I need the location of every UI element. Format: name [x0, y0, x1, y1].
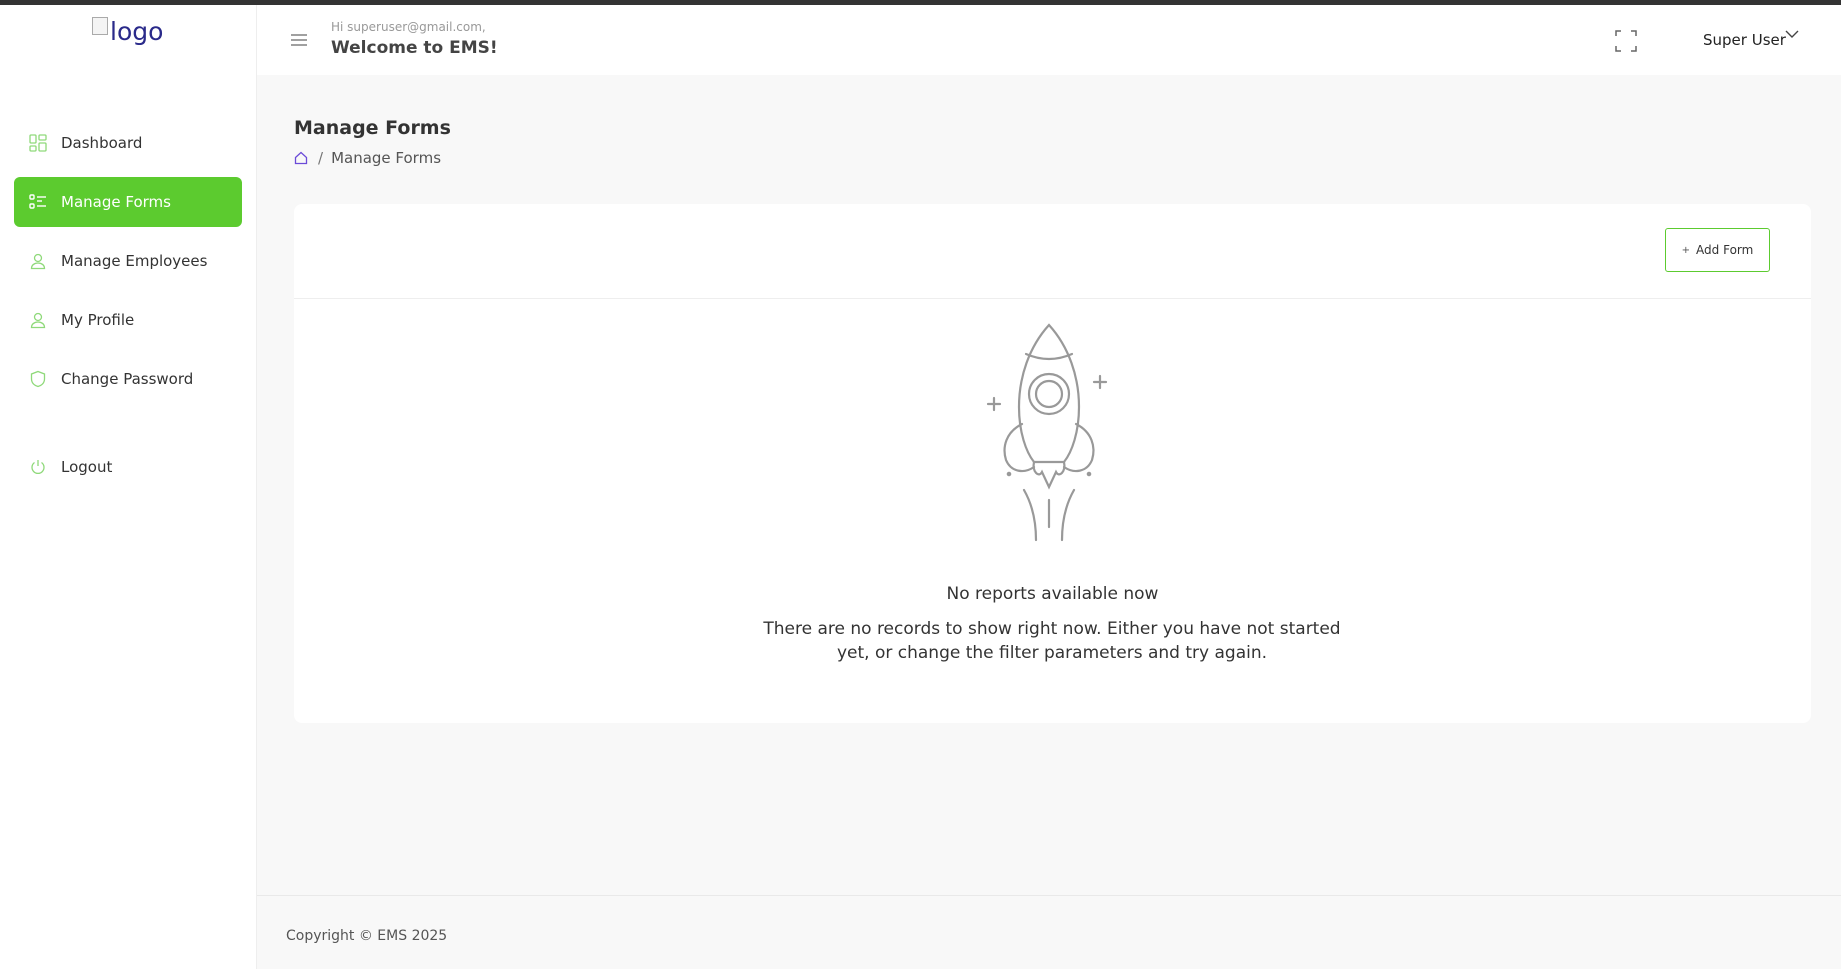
sidebar-item-change-password[interactable]: Change Password	[14, 354, 242, 404]
user-greeting: Hi superuser@gmail.com,	[331, 20, 486, 34]
sidebar-item-my-profile[interactable]: My Profile	[14, 295, 242, 345]
breadcrumb-current: Manage Forms	[331, 149, 442, 167]
dashboard-icon	[29, 134, 47, 152]
sidebar: logo Dashboard Manage Forms Manage Emplo…	[0, 5, 257, 969]
sidebar-item-label: Change Password	[61, 370, 194, 388]
fullscreen-icon[interactable]	[1615, 30, 1637, 52]
logo-alt-text: logo	[110, 17, 164, 46]
home-icon[interactable]	[294, 151, 308, 165]
sidebar-item-label: My Profile	[61, 311, 135, 329]
power-icon	[29, 458, 47, 476]
empty-state-description: There are no records to show right now. …	[763, 619, 1341, 663]
sidebar-item-label: Dashboard	[61, 134, 143, 152]
shield-icon	[29, 370, 47, 388]
page-title: Manage Forms	[294, 117, 451, 139]
footer-copyright: Copyright © EMS 2025	[286, 928, 448, 944]
sidebar-item-dashboard[interactable]: Dashboard	[14, 118, 242, 168]
broken-image-icon	[92, 16, 108, 35]
top-header: Hi superuser@gmail.com, Welcome to EMS! …	[257, 5, 1841, 75]
empty-state-title: No reports available now	[946, 584, 1159, 604]
sidebar-item-manage-forms[interactable]: Manage Forms	[14, 177, 242, 227]
breadcrumb: / Manage Forms	[294, 149, 441, 167]
plus-icon: +	[1681, 244, 1691, 256]
user-icon	[29, 311, 47, 329]
add-form-button[interactable]: + Add Form	[1665, 228, 1770, 272]
forms-icon	[29, 193, 47, 211]
logo[interactable]: logo	[92, 16, 164, 46]
forms-card: + Add Form No reports available now Ther…	[294, 204, 1811, 723]
sidebar-item-label: Manage Employees	[61, 252, 208, 270]
chevron-down-icon[interactable]	[1785, 24, 1799, 38]
rocket-illustration-icon	[984, 322, 1114, 562]
sidebar-item-label: Logout	[61, 458, 113, 476]
user-icon	[29, 252, 47, 270]
sidebar-item-manage-employees[interactable]: Manage Employees	[14, 236, 242, 286]
sidebar-item-label: Manage Forms	[61, 193, 171, 211]
footer-divider	[257, 895, 1841, 896]
add-form-label: Add Form	[1696, 243, 1754, 257]
user-menu[interactable]: Super User	[1703, 31, 1786, 49]
welcome-text: Welcome to EMS!	[331, 38, 498, 58]
breadcrumb-separator: /	[318, 149, 324, 167]
hamburger-menu-icon[interactable]	[290, 31, 308, 49]
sidebar-item-logout[interactable]: Logout	[14, 442, 242, 492]
card-header: + Add Form	[294, 204, 1811, 299]
